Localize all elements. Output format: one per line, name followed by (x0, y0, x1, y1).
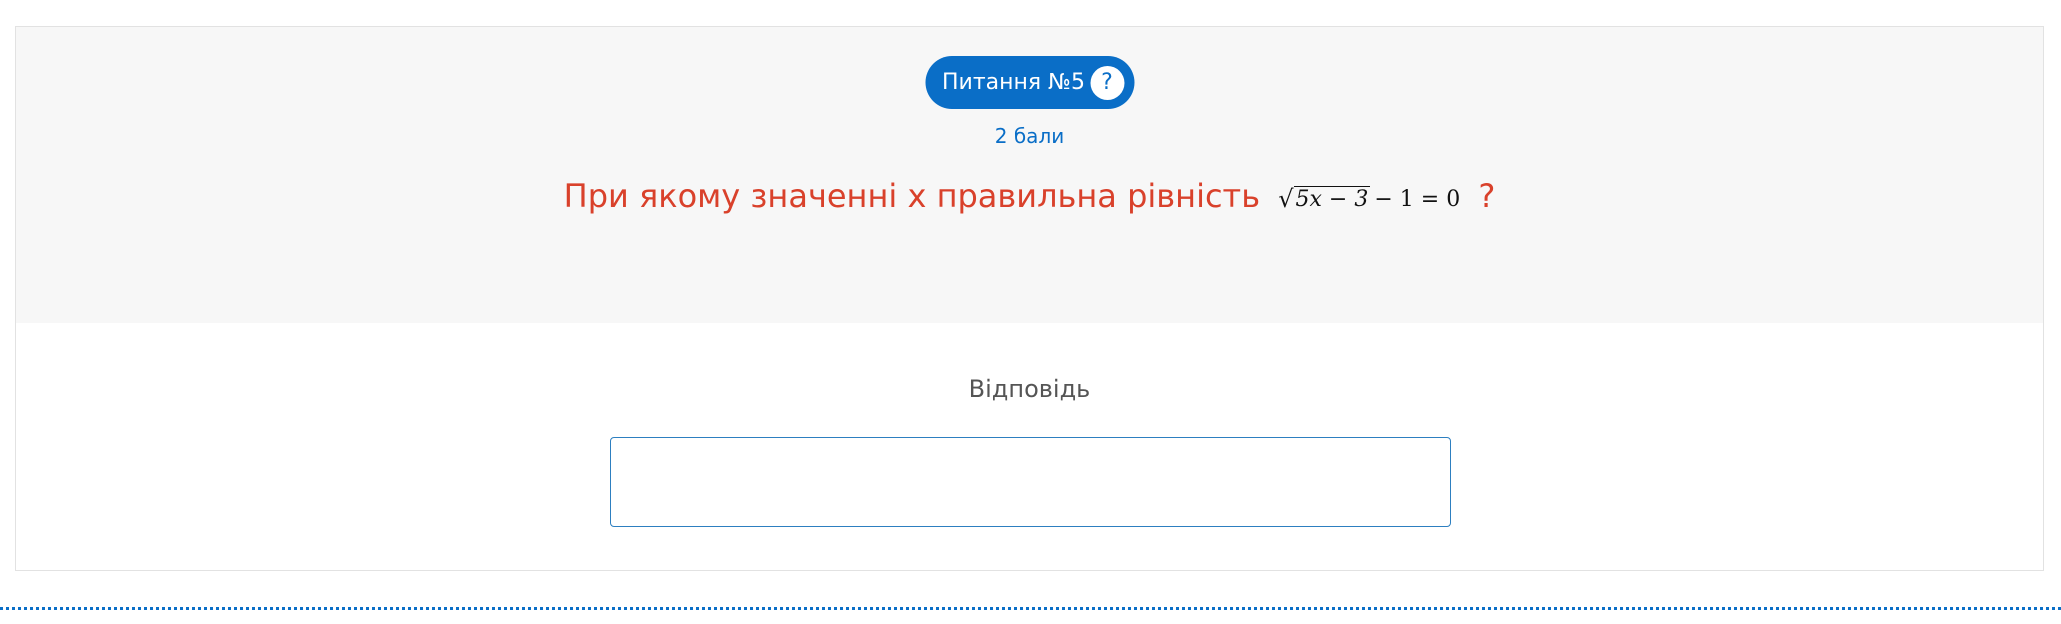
question-points: 2 бали (994, 124, 1065, 148)
question-card: Питання №5 ? 2 бали При якому значенні x… (15, 26, 2044, 571)
question-area: Питання №5 ? 2 бали При якому значенні x… (16, 27, 2043, 323)
question-number-label: Питання №5 (941, 70, 1086, 95)
question-text-after: ? (1478, 177, 1496, 215)
question-text-before: При якому значенні x правильна рівність (563, 177, 1261, 215)
sqrt-sign: √ (1278, 185, 1294, 213)
question-mark-icon[interactable]: ? (1090, 65, 1125, 100)
question-number-badge: Питання №5 ? (924, 56, 1135, 109)
question-text: При якому значенні x правильна рівність … (16, 177, 2043, 215)
answer-input[interactable] (610, 437, 1451, 527)
answer-label: Відповідь (968, 375, 1091, 403)
equation-rest: − 1 = 0 (1374, 187, 1461, 212)
dotted-separator (0, 607, 2061, 610)
equation-formula: √ 5x − 3− 1 = 0 (1278, 185, 1460, 213)
sqrt-radicand: 5x − 3 (1293, 186, 1371, 212)
